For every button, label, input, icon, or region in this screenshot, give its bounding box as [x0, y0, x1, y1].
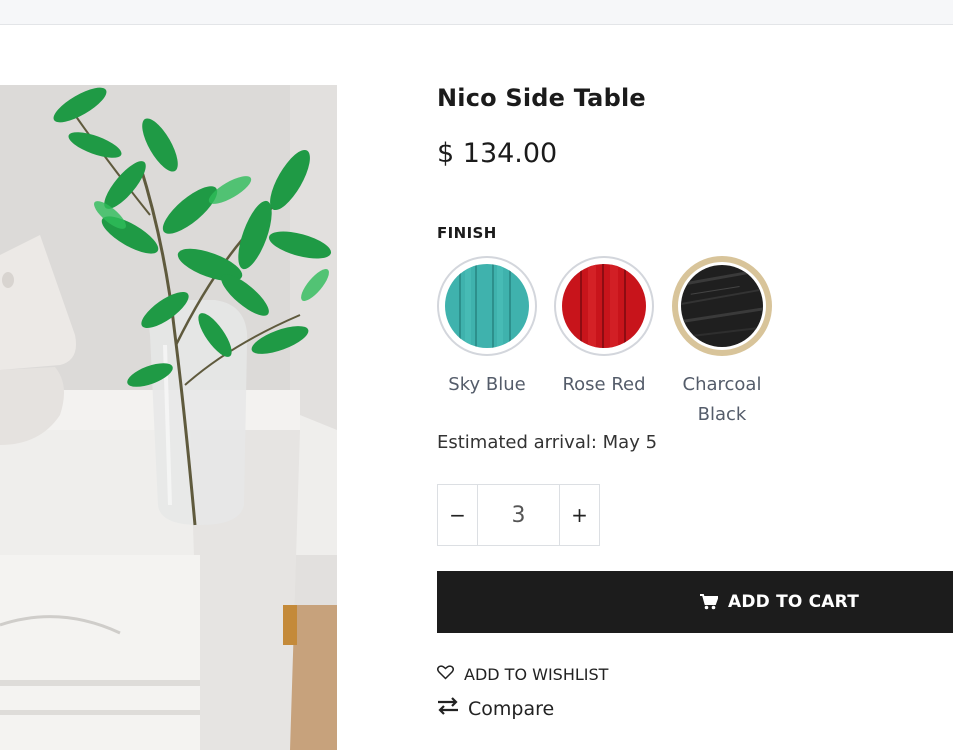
finish-option-charcoal-black[interactable]: Charcoal Black — [672, 256, 772, 430]
add-to-cart-label: ADD TO CART — [727, 592, 859, 612]
quantity-stepper: − 3 + — [437, 484, 600, 546]
estimated-arrival: Estimated arrival: May 5 — [437, 432, 658, 453]
finish-label: FINISH — [437, 224, 497, 242]
sky-blue-swatch-image — [445, 264, 529, 348]
swatch-ring-selected — [672, 256, 772, 356]
swatch-label: Rose Red — [562, 374, 646, 395]
swatch-ring — [437, 256, 537, 356]
compare-link[interactable]: Compare — [437, 697, 554, 720]
swatch-label: Charcoal Black — [682, 374, 762, 425]
rose-red-swatch-image — [562, 264, 646, 348]
charcoal-black-swatch-image — [681, 265, 763, 347]
swatch-ring — [554, 256, 654, 356]
quantity-input[interactable]: 3 — [477, 485, 560, 545]
compare-arrows-icon — [437, 697, 468, 720]
heart-icon — [437, 665, 464, 684]
finish-option-sky-blue[interactable]: Sky Blue — [437, 256, 537, 400]
add-to-wishlist-link[interactable]: ADD TO WISHLIST — [437, 665, 608, 684]
product-title: Nico Side Table — [437, 84, 646, 112]
compare-label: Compare — [468, 697, 555, 720]
add-to-cart-button[interactable]: ADD TO CART — [437, 571, 953, 633]
swatch-label: Sky Blue — [448, 374, 526, 395]
add-to-wishlist-label: ADD TO WISHLIST — [464, 665, 609, 684]
top-bar — [0, 0, 953, 25]
increment-button[interactable]: + — [560, 485, 599, 545]
finish-option-rose-red[interactable]: Rose Red — [554, 256, 654, 400]
product-price: $ 134.00 — [437, 138, 558, 169]
cart-icon — [699, 594, 718, 610]
decrement-button[interactable]: − — [438, 485, 477, 545]
product-image — [0, 85, 337, 750]
